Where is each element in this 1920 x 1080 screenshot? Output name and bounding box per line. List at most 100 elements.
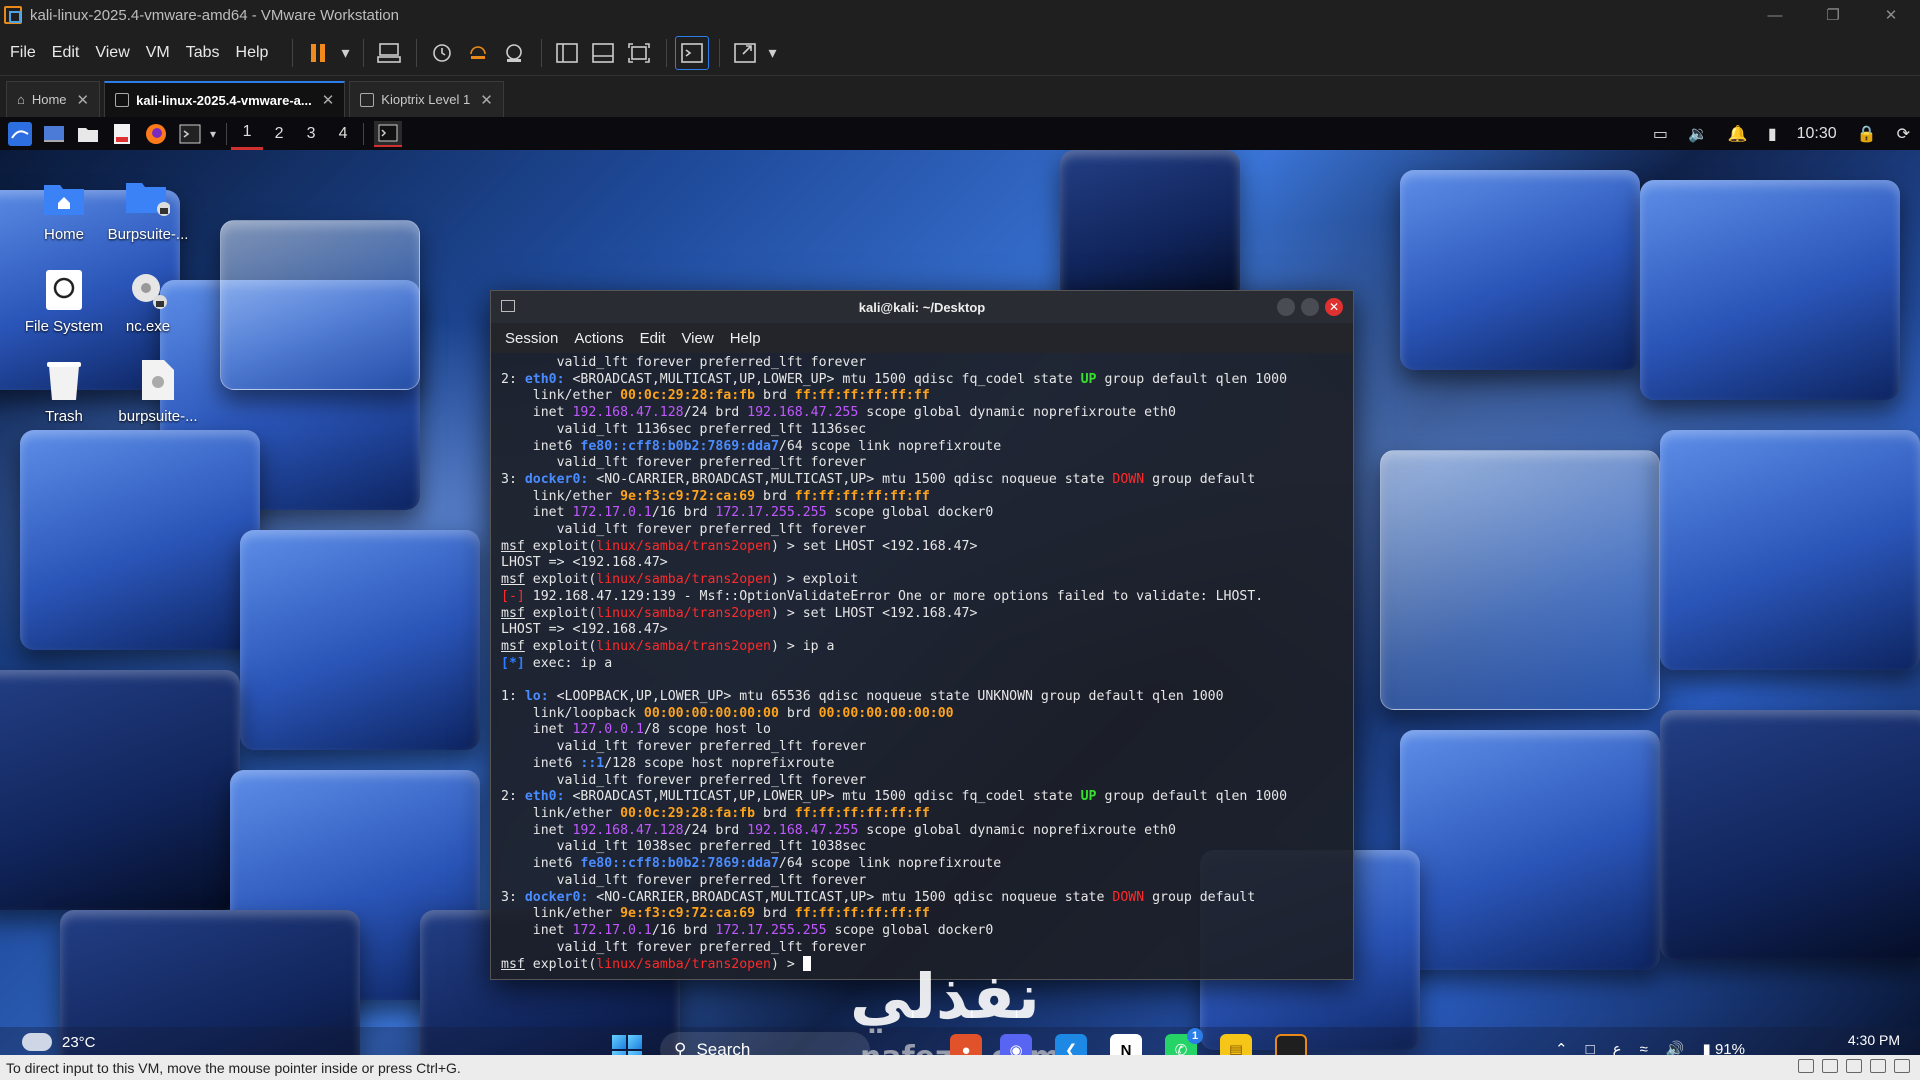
terminal-line: link/ether 9e:f3:c9:72:ca:69 brd ff:ff:f… [501, 489, 1343, 506]
wallpaper-cube [240, 530, 480, 750]
terminal-segment: exploit( [524, 957, 597, 973]
terminal-segment: /64 scope link noprefixroute [778, 856, 1002, 872]
snapshot-icon[interactable] [425, 36, 459, 70]
menu-file[interactable]: File [10, 44, 36, 62]
workspace-3[interactable]: 3 [295, 118, 327, 150]
terminal-segment: brd [755, 805, 795, 821]
close-icon[interactable]: ✕ [322, 91, 335, 109]
tab-kali-vm[interactable]: kali-linux-2025.4-vmware-a... ✕ [104, 81, 346, 117]
terminal-segment: <LOOPBACK,UP,LOWER_UP> mtu 65536 qdisc n… [548, 689, 1224, 705]
terminal-segment: DOWN [1112, 471, 1145, 487]
maximize-icon[interactable] [1301, 298, 1319, 316]
terminal-output[interactable]: valid_lft forever preferred_lft forever 2… [491, 353, 1353, 977]
chevron-down-icon[interactable]: ▾ [337, 36, 353, 70]
sound-card-icon[interactable] [1870, 1059, 1886, 1073]
tab-kioptrix-vm[interactable]: Kioptrix Level 1 ✕ [349, 81, 504, 117]
power-icon[interactable]: ⟳ [1897, 124, 1910, 144]
host-time: 4:30 PM [1847, 1032, 1900, 1048]
terminal-segment: <NO-CARRIER,BROADCAST,MULTICAST,UP> mtu … [588, 471, 1113, 487]
hard-disk-icon[interactable] [1798, 1059, 1814, 1073]
terminal-segment: valid_lft forever preferred_lft forever [501, 739, 867, 755]
terminal-title: kali@kali: ~/Desktop [858, 299, 986, 315]
close-icon[interactable]: ✕ [1862, 0, 1920, 30]
terminal-segment: [*] [501, 655, 525, 671]
usb-icon[interactable] [1846, 1059, 1862, 1073]
kali-menu-icon[interactable] [6, 121, 34, 147]
battery-icon[interactable]: ▮ [1768, 124, 1777, 144]
desktop-icon-nc-exe[interactable]: nc.exe [118, 270, 178, 335]
terminal-line: inet6 fe80::cff8:b0b2:7869:dda7/64 scope… [501, 856, 1343, 873]
desktop-icon-label: nc.exe [125, 318, 171, 335]
show-desktop-icon[interactable] [40, 121, 68, 147]
terminal-launcher-icon[interactable] [176, 121, 204, 147]
menu-help[interactable]: Help [236, 44, 269, 62]
menu-view[interactable]: View [95, 44, 129, 62]
lock-icon[interactable]: 🔒 [1857, 124, 1877, 144]
workspace-1[interactable]: 1 [231, 118, 264, 150]
minimize-icon[interactable] [1277, 298, 1295, 316]
workspace-2[interactable]: 2 [263, 118, 295, 150]
close-icon[interactable]: ✕ [1325, 298, 1343, 316]
menu-edit[interactable]: Edit [52, 44, 80, 62]
panel-separator [226, 122, 228, 145]
text-editor-icon[interactable] [108, 121, 136, 147]
snapshot-manager-icon[interactable] [497, 36, 531, 70]
firefox-icon[interactable] [142, 121, 170, 147]
desktop-icon-trash[interactable]: Trash [14, 360, 114, 425]
network-adapter-icon[interactable] [1822, 1059, 1838, 1073]
library-view-icon[interactable] [550, 36, 584, 70]
workspace-4[interactable]: 4 [327, 118, 359, 150]
vmware-menubar: File Edit View VM Tabs Help ▾ ▾ [0, 30, 1920, 75]
terminal-window-button[interactable] [374, 120, 403, 147]
display-icon[interactable]: ▭ [1653, 124, 1668, 144]
desktop-icon-burpsuite-script[interactable]: burpsuite-... [108, 360, 208, 425]
weather-widget[interactable]: 23°C [22, 1033, 96, 1051]
terminal-segment: scope global docker0 [826, 505, 994, 521]
restore-icon[interactable]: ❐ [1804, 0, 1862, 30]
terminal-window[interactable]: kali@kali: ~/Desktop ✕ Session Actions E… [490, 290, 1354, 980]
minimize-icon[interactable]: — [1746, 0, 1804, 30]
script-file-icon [136, 360, 180, 400]
desktop-icon-burpsuite-folder[interactable]: Burpsuite-... [88, 178, 208, 243]
display-icon[interactable] [1894, 1059, 1910, 1073]
terminal-menu-help[interactable]: Help [730, 330, 761, 347]
terminal-segment: /16 brd [651, 505, 716, 521]
menu-vm[interactable]: VM [146, 44, 170, 62]
terminal-menu-edit[interactable]: Edit [640, 330, 666, 347]
terminal-segment: DOWN [1112, 889, 1145, 905]
terminal-line: valid_lft forever preferred_lft forever [501, 739, 1343, 756]
file-manager-icon[interactable] [74, 121, 102, 147]
close-icon[interactable]: ✕ [480, 91, 493, 109]
kali-clock[interactable]: 10:30 [1797, 125, 1837, 143]
terminal-menu-session[interactable]: Session [505, 330, 558, 347]
send-ctrl-alt-del-icon[interactable] [372, 36, 406, 70]
thumbnail-bar-icon[interactable] [586, 36, 620, 70]
volume-icon[interactable]: 🔉 [1688, 124, 1708, 144]
fullscreen-icon[interactable] [728, 36, 762, 70]
terminal-line: inet 172.17.0.1/16 brd 172.17.255.255 sc… [501, 923, 1343, 940]
tab-home[interactable]: ⌂ Home ✕ [6, 81, 101, 117]
terminal-segment: 2: [501, 789, 525, 805]
menu-tabs[interactable]: Tabs [186, 44, 220, 62]
terminal-menu-actions[interactable]: Actions [574, 330, 623, 347]
console-view-icon[interactable] [675, 35, 710, 70]
terminal-segment: link/ether [501, 805, 621, 821]
terminal-titlebar[interactable]: kali@kali: ~/Desktop ✕ [491, 291, 1353, 323]
terminal-segment: ::1 [580, 755, 605, 771]
terminal-segment: valid_lft forever preferred_lft forever [501, 939, 867, 955]
desktop-icon-file-system[interactable]: File System [14, 270, 114, 335]
terminal-line: 2: eth0: <BROADCAST,MULTICAST,UP,LOWER_U… [501, 372, 1343, 389]
terminal-line: [*] exec: ip a [501, 656, 1343, 673]
pause-icon[interactable] [301, 36, 335, 70]
notification-bell-icon[interactable]: 🔔 [1728, 124, 1748, 144]
terminal-menu-view[interactable]: View [681, 330, 713, 347]
terminal-segment: 192.168.47.255 [747, 405, 859, 421]
close-icon[interactable]: ✕ [77, 91, 90, 109]
terminal-line: 2: eth0: <BROADCAST,MULTICAST,UP,LOWER_U… [501, 789, 1343, 806]
terminal-segment: msf [501, 638, 525, 654]
terminal-segment: brd [755, 388, 795, 404]
chevron-down-icon[interactable]: ▾ [764, 36, 780, 70]
chevron-down-icon[interactable]: ▾ [210, 127, 216, 141]
revert-snapshot-icon[interactable] [461, 36, 495, 70]
fit-guest-icon[interactable] [622, 36, 656, 70]
